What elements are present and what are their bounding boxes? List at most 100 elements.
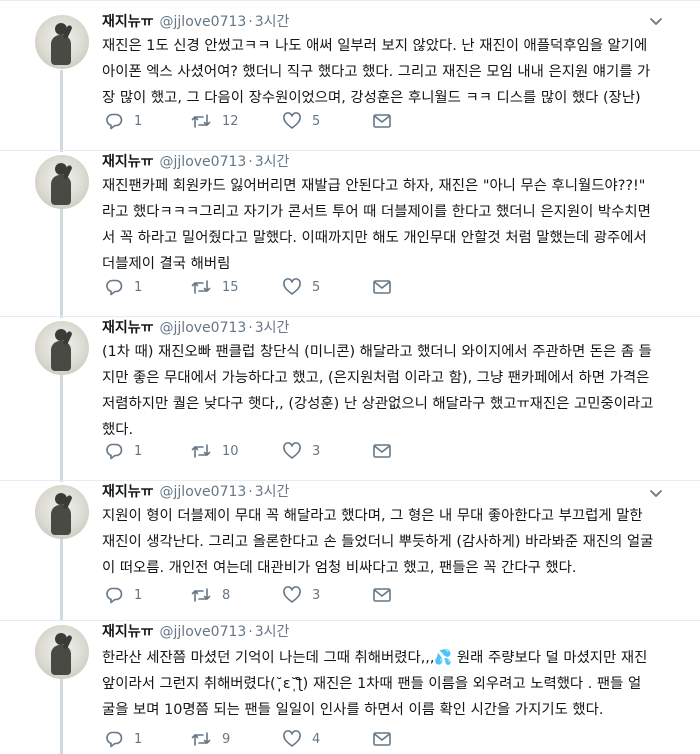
- tweet[interactable]: 재지뉴ㅠ @jjlove0713 · 3시간 재진은 1도 신경 안썼고ㅋㅋ 나…: [0, 0, 700, 150]
- reply-button[interactable]: 1: [104, 729, 142, 749]
- avatar[interactable]: [35, 625, 89, 679]
- like-count: 5: [312, 279, 321, 295]
- like-button[interactable]: 3: [282, 585, 320, 605]
- separator-dot: ·: [248, 624, 253, 640]
- retweet-icon: [190, 111, 212, 131]
- tweet-header: 재지뉴ㅠ @jjlove0713 · 3시간: [102, 481, 289, 503]
- tweet-actions: 1 9 4: [102, 729, 522, 751]
- reply-count: 1: [134, 587, 143, 603]
- user-handle[interactable]: @jjlove0713: [160, 14, 247, 30]
- retweet-icon: [190, 441, 212, 461]
- reply-icon: [104, 111, 124, 131]
- separator-dot: ·: [248, 484, 253, 500]
- retweet-button[interactable]: 8: [190, 585, 230, 605]
- tweet-actions: 1 10 3: [102, 441, 522, 463]
- retweet-button[interactable]: 15: [190, 277, 239, 297]
- user-handle[interactable]: @jjlove0713: [160, 624, 247, 640]
- avatar[interactable]: [35, 485, 89, 539]
- reply-button[interactable]: 1: [104, 585, 142, 605]
- retweet-icon: [190, 585, 212, 605]
- envelope-icon: [372, 441, 392, 461]
- separator-dot: ·: [248, 320, 253, 336]
- direct-message-button[interactable]: [372, 585, 392, 605]
- reply-count: 1: [134, 279, 143, 295]
- tweet-text: 지원이 형이 더블제이 무대 꼭 해달라고 했다며, 그 형은 내 무대 좋아한…: [102, 508, 654, 576]
- tweet-text: 재진은 1도 신경 안썼고ㅋㅋ 나도 애써 일부러 보지 않았다. 난 재진이 …: [102, 38, 651, 106]
- like-count: 4: [312, 731, 321, 747]
- envelope-icon: [372, 111, 392, 131]
- tweet-actions: 1 15 5: [102, 277, 522, 299]
- retweet-button[interactable]: 10: [190, 441, 239, 461]
- reply-button[interactable]: 1: [104, 111, 142, 131]
- tweet-text: (1차 때) 재진오빠 팬클럽 창단식 (미니콘) 해달라고 했더니 와이지에서…: [102, 344, 654, 438]
- like-count: 5: [312, 113, 321, 129]
- direct-message-button[interactable]: [372, 441, 392, 461]
- timestamp[interactable]: 3시간: [255, 317, 290, 337]
- retweet-icon: [190, 277, 212, 297]
- envelope-icon: [372, 729, 392, 749]
- heart-icon: [282, 277, 302, 297]
- timestamp[interactable]: 3시간: [255, 11, 290, 31]
- timestamp[interactable]: 3시간: [255, 621, 290, 641]
- display-name[interactable]: 재지뉴ㅠ: [102, 317, 154, 337]
- tweet[interactable]: 재지뉴ㅠ @jjlove0713 · 3시간 지원이 형이 더블제이 무대 꼭 …: [0, 480, 700, 620]
- reply-button[interactable]: 1: [104, 441, 142, 461]
- tweet-header: 재지뉴ㅠ @jjlove0713 · 3시간: [102, 317, 289, 339]
- retweet-count: 8: [222, 587, 231, 603]
- like-button[interactable]: 5: [282, 111, 320, 131]
- avatar[interactable]: [35, 321, 89, 375]
- timestamp[interactable]: 3시간: [255, 481, 290, 501]
- direct-message-button[interactable]: [372, 111, 392, 131]
- reply-icon: [104, 729, 124, 749]
- display-name[interactable]: 재지뉴ㅠ: [102, 481, 154, 501]
- separator-dot: ·: [248, 154, 253, 170]
- retweet-count: 12: [222, 113, 239, 129]
- tweet-text: 재진팬카페 회원카드 잃어버리면 재발급 안된다고 하자, 재진은 "아니 무슨…: [102, 178, 651, 272]
- reply-count: 1: [134, 443, 143, 459]
- avatar[interactable]: [35, 15, 89, 69]
- chevron-down-icon[interactable]: [648, 13, 664, 29]
- reply-icon: [104, 585, 124, 605]
- reply-count: 1: [134, 731, 143, 747]
- reply-icon: [104, 441, 124, 461]
- like-count: 3: [312, 587, 321, 603]
- separator-dot: ·: [248, 14, 253, 30]
- user-handle[interactable]: @jjlove0713: [160, 484, 247, 500]
- user-handle[interactable]: @jjlove0713: [160, 320, 247, 336]
- heart-icon: [282, 111, 302, 131]
- reply-icon: [104, 277, 124, 297]
- like-button[interactable]: 4: [282, 729, 320, 749]
- reply-count: 1: [134, 113, 143, 129]
- timestamp[interactable]: 3시간: [255, 151, 290, 171]
- retweet-count: 9: [222, 731, 231, 747]
- tweet-text: 한라산 세잔쯤 마셨던 기억이 나는데 그때 취해버렸다,,,💦 원래 주량보다…: [102, 650, 648, 718]
- reply-button[interactable]: 1: [104, 277, 142, 297]
- avatar[interactable]: [35, 155, 89, 209]
- tweet[interactable]: 재지뉴ㅠ @jjlove0713 · 3시간 (1차 때) 재진오빠 팬클럽 창…: [0, 316, 700, 480]
- display-name[interactable]: 재지뉴ㅠ: [102, 621, 154, 641]
- tweet[interactable]: 재지뉴ㅠ @jjlove0713 · 3시간 한라산 세잔쯤 마셨던 기억이 나…: [0, 620, 700, 754]
- retweet-button[interactable]: 12: [190, 111, 239, 131]
- retweet-count: 15: [222, 279, 239, 295]
- tweet-header: 재지뉴ㅠ @jjlove0713 · 3시간: [102, 151, 289, 173]
- direct-message-button[interactable]: [372, 277, 392, 297]
- heart-icon: [282, 585, 302, 605]
- retweet-icon: [190, 729, 212, 749]
- display-name[interactable]: 재지뉴ㅠ: [102, 151, 154, 171]
- tweet-header: 재지뉴ㅠ @jjlove0713 · 3시간: [102, 11, 289, 33]
- display-name[interactable]: 재지뉴ㅠ: [102, 11, 154, 31]
- heart-icon: [282, 441, 302, 461]
- envelope-icon: [372, 277, 392, 297]
- like-button[interactable]: 5: [282, 277, 320, 297]
- like-button[interactable]: 3: [282, 441, 320, 461]
- tweet[interactable]: 재지뉴ㅠ @jjlove0713 · 3시간 재진팬카페 회원카드 잃어버리면 …: [0, 150, 700, 316]
- timeline: 재지뉴ㅠ @jjlove0713 · 3시간 재진은 1도 신경 안썼고ㅋㅋ 나…: [0, 0, 700, 754]
- tweet-actions: 1 8 3: [102, 585, 522, 607]
- tweet-header: 재지뉴ㅠ @jjlove0713 · 3시간: [102, 621, 289, 643]
- envelope-icon: [372, 585, 392, 605]
- direct-message-button[interactable]: [372, 729, 392, 749]
- retweet-count: 10: [222, 443, 239, 459]
- user-handle[interactable]: @jjlove0713: [160, 154, 247, 170]
- chevron-down-icon[interactable]: [648, 485, 664, 501]
- retweet-button[interactable]: 9: [190, 729, 230, 749]
